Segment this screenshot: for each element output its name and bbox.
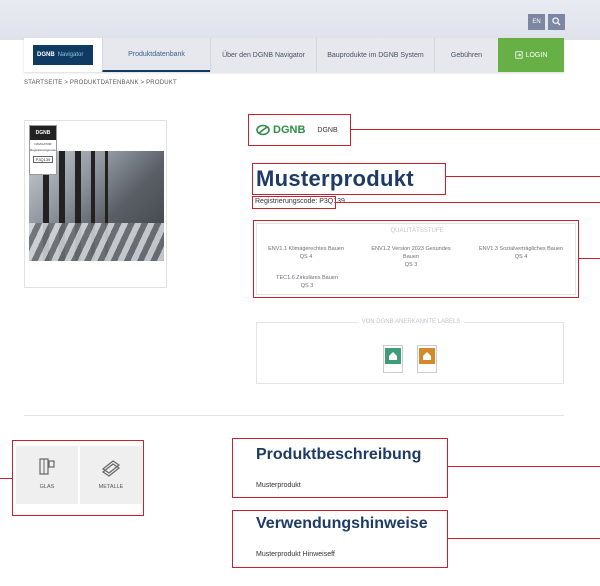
nav-item-bauprodukte[interactable]: Bauprodukte im DGNB System [316, 38, 434, 72]
logo-sub: Navigator [57, 52, 84, 58]
login-icon [514, 51, 523, 59]
main-navigation: DGNB Navigator Produktdatenbank Über den… [24, 38, 564, 72]
callout-line [336, 202, 600, 203]
highlight-title [252, 163, 446, 195]
nav-item-gebuehren[interactable]: Gebühren [434, 38, 498, 72]
label-badge[interactable] [383, 345, 403, 373]
badge-subtitle: NAVIGATOR [34, 142, 52, 146]
callout-line [448, 538, 600, 539]
section-divider [24, 415, 564, 416]
highlight-reg-code [252, 196, 336, 209]
callout-line [0, 478, 12, 479]
callout-line [448, 466, 600, 467]
dgnb-navigator-badge: DGNB NAVIGATOR Registrierungscode P3Q139 [29, 125, 57, 175]
highlight-brand [248, 114, 351, 146]
breadcrumb: STARTSEITE > PRODUKTDATENBANK > PRODUKT [24, 80, 177, 86]
labels-title: VON DGNB ANERKANNTE LABELS [257, 319, 565, 325]
highlight-usage [232, 510, 448, 568]
top-bar: EN [0, 0, 600, 40]
logo-box: DGNB Navigator [33, 45, 93, 65]
recognized-labels-card: VON DGNB ANERKANNTE LABELS [256, 319, 565, 384]
labels-title-text: VON DGNB ANERKANNTE LABELS [357, 319, 465, 325]
highlight-quality [253, 220, 579, 298]
dgnb-navigator-logo[interactable]: DGNB Navigator [24, 38, 102, 72]
logo-brand: DGNB [37, 52, 55, 58]
nav-item-produktdatenbank[interactable]: Produktdatenbank [102, 38, 210, 72]
label-badge-icon [385, 348, 401, 364]
callout-line [579, 258, 600, 259]
badge-code: P3Q139 [33, 156, 53, 163]
nav-item-ueber[interactable]: Über den DGNB Navigator [210, 38, 316, 72]
badge-title: DGNB [30, 126, 56, 140]
search-icon [552, 17, 561, 26]
callout-line [446, 176, 600, 177]
badge-line: Registrierungscode [30, 148, 56, 152]
label-badge[interactable] [417, 345, 437, 373]
language-switch-button[interactable]: EN [528, 14, 545, 30]
label-badge-icon [419, 348, 435, 364]
search-button[interactable] [548, 14, 565, 30]
login-button[interactable]: LOGIN [498, 38, 564, 72]
highlight-materials [12, 440, 144, 516]
product-image-card: DGNB NAVIGATOR Registrierungscode P3Q139 [24, 120, 167, 288]
highlight-description [232, 438, 448, 498]
callout-line [351, 129, 600, 130]
login-label: LOGIN [525, 51, 548, 59]
